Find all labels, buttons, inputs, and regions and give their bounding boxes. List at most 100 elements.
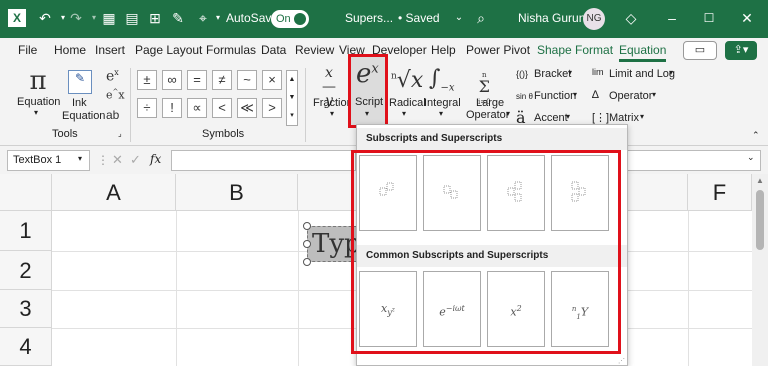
- radical-dropdown-icon[interactable]: ▾: [402, 109, 406, 118]
- function-button[interactable]: Function: [534, 90, 576, 102]
- cancel-icon[interactable]: ✕: [112, 152, 123, 168]
- avatar[interactable]: NG: [583, 8, 605, 30]
- integral-icon[interactable]: ∫−x: [429, 66, 455, 93]
- formula-input-tail[interactable]: [628, 150, 761, 171]
- function-dropdown-icon[interactable]: ▾: [573, 90, 577, 99]
- saved-dropdown-icon[interactable]: ⌄: [450, 9, 468, 27]
- symbols-scroll[interactable]: ▲ ▼ ▾: [286, 70, 298, 126]
- bracket-dropdown-icon[interactable]: ▾: [568, 68, 572, 77]
- tab-insert[interactable]: Insert: [95, 43, 125, 57]
- autosave-toggle[interactable]: On: [271, 10, 309, 28]
- tab-equation[interactable]: Equation: [619, 43, 667, 62]
- comments-button[interactable]: ▭: [683, 41, 717, 60]
- formula-input[interactable]: [171, 150, 356, 171]
- tab-data[interactable]: Data: [261, 43, 286, 57]
- symbol-not-equal[interactable]: ≠: [212, 70, 232, 90]
- limit-log-button[interactable]: Limit and Log: [609, 68, 675, 80]
- symbol-proportional[interactable]: ∝: [187, 98, 207, 118]
- matrix-dropdown-icon[interactable]: ▾: [640, 112, 644, 121]
- ink-equation-icon[interactable]: ✎: [68, 70, 92, 94]
- radical-button[interactable]: Radical: [389, 97, 426, 109]
- expand-formula-icon[interactable]: ⌄: [747, 152, 755, 163]
- symbol-infinity[interactable]: ∞: [162, 70, 182, 90]
- tab-shape-format[interactable]: Shape Format: [537, 43, 613, 57]
- column-header-f[interactable]: F: [688, 174, 752, 211]
- search-icon[interactable]: ⌕: [472, 9, 490, 27]
- scroll-thumb[interactable]: [756, 190, 764, 250]
- brush-icon[interactable]: ✎: [169, 9, 187, 27]
- equation-icon[interactable]: π: [25, 66, 51, 96]
- diamond-icon[interactable]: ◇: [622, 9, 640, 27]
- accent-dropdown-icon[interactable]: ▾: [566, 112, 570, 121]
- operator-dropdown-icon[interactable]: ▾: [652, 90, 656, 99]
- name-box-dropdown-icon[interactable]: ▾: [78, 154, 82, 163]
- name-box-splitter-icon[interactable]: ⋮: [97, 153, 109, 167]
- tab-review[interactable]: Review: [295, 43, 334, 57]
- linear-format-icon[interactable]: e^x: [106, 88, 125, 102]
- bracket-button[interactable]: Bracket: [534, 68, 571, 80]
- tab-page-layout[interactable]: Page Layout: [135, 43, 202, 57]
- tab-power-pivot[interactable]: Power Pivot: [466, 43, 530, 57]
- row-header-3[interactable]: 3: [0, 290, 52, 328]
- column-header-a[interactable]: A: [52, 174, 176, 211]
- tab-home[interactable]: Home: [54, 43, 86, 57]
- minimize-icon[interactable]: –: [663, 9, 681, 27]
- symbol-plus-minus[interactable]: ±: [137, 70, 157, 90]
- close-icon[interactable]: ✕: [738, 9, 756, 27]
- resize-handle[interactable]: [303, 240, 311, 248]
- enter-icon[interactable]: ✓: [130, 152, 141, 168]
- script-button[interactable]: ex Script ▾: [348, 54, 388, 128]
- table-icon[interactable]: ▤: [123, 9, 141, 27]
- resize-handle[interactable]: [303, 222, 311, 230]
- radical-icon[interactable]: n√x: [391, 68, 423, 93]
- customize-qat-icon[interactable]: ▾: [209, 9, 227, 27]
- symbol-divide[interactable]: ÷: [137, 98, 157, 118]
- symbol-tilde[interactable]: ~: [237, 70, 257, 90]
- scroll-up-icon[interactable]: ▲: [756, 176, 764, 185]
- file-title[interactable]: Supers...: [345, 11, 393, 25]
- undo-icon[interactable]: ↶: [36, 9, 54, 27]
- ink-equation-label-1[interactable]: Ink: [72, 97, 87, 109]
- equation-button[interactable]: Equation: [17, 96, 60, 108]
- form-icon[interactable]: ▦: [100, 9, 118, 27]
- maximize-icon[interactable]: ☐: [700, 9, 718, 27]
- share-button[interactable]: ⇪▾: [725, 41, 757, 60]
- vertical-scrollbar[interactable]: ▲: [752, 174, 768, 366]
- tab-file[interactable]: File: [18, 43, 37, 57]
- column-header-b[interactable]: B: [176, 174, 298, 211]
- row-header-2[interactable]: 2: [0, 251, 52, 290]
- symbol-equals[interactable]: =: [187, 70, 207, 90]
- user-name[interactable]: Nisha Gurung: [518, 11, 592, 25]
- tools-launcher-icon[interactable]: ⌟: [118, 129, 122, 138]
- tab-formulas[interactable]: Formulas: [206, 43, 256, 57]
- ink-equation-label-2[interactable]: Equation: [62, 110, 105, 122]
- row-header-4[interactable]: 4: [0, 328, 52, 366]
- symbol-times[interactable]: ×: [262, 70, 282, 90]
- grid-icon[interactable]: ⊞: [146, 9, 164, 27]
- symbol-greater-than[interactable]: >: [262, 98, 282, 118]
- large-operator-dropdown-icon[interactable]: ▾: [506, 109, 510, 118]
- equation-dropdown-icon[interactable]: ▾: [34, 108, 38, 117]
- collapse-ribbon-icon[interactable]: ⌃: [752, 130, 760, 141]
- limit-log-dropdown-icon[interactable]: ▾: [669, 68, 673, 77]
- accent-button[interactable]: Accent: [534, 112, 568, 124]
- fraction-dropdown-icon[interactable]: ▾: [330, 109, 334, 118]
- resize-grip-icon[interactable]: ⋰: [618, 357, 625, 365]
- integral-dropdown-icon[interactable]: ▾: [439, 109, 443, 118]
- professional-format-icon[interactable]: ex: [106, 68, 119, 85]
- symbol-less-than[interactable]: <: [212, 98, 232, 118]
- symbol-factorial[interactable]: !: [162, 98, 182, 118]
- resize-handle[interactable]: [303, 258, 311, 266]
- large-operator-label-2[interactable]: Operator: [466, 109, 509, 121]
- select-all-corner[interactable]: [0, 174, 52, 211]
- insert-function-icon[interactable]: fx: [150, 152, 161, 166]
- redo-icon[interactable]: ↷: [67, 9, 85, 27]
- symbol-much-less[interactable]: ≪: [237, 98, 257, 118]
- fraction-button[interactable]: Fraction: [313, 97, 353, 109]
- tab-help[interactable]: Help: [431, 43, 456, 57]
- operator-button[interactable]: Operator: [609, 90, 652, 102]
- large-operator-label-1[interactable]: Large: [476, 97, 504, 109]
- normal-text-icon[interactable]: ab: [106, 108, 119, 122]
- integral-button[interactable]: Integral: [424, 97, 461, 109]
- matrix-button[interactable]: Matrix: [609, 112, 639, 124]
